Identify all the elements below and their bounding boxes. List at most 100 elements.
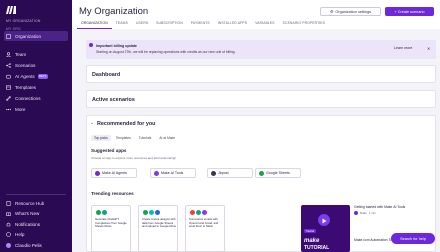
banner-title: Important billing update <box>96 44 137 48</box>
avatar <box>6 242 11 248</box>
learn-more-link[interactable]: Learn more <box>394 46 412 50</box>
resource-app-icons <box>190 210 207 215</box>
sidebar-item-connections[interactable]: Connections <box>4 93 68 103</box>
sidebar-item-label: Resource Hub <box>15 200 45 206</box>
share-icon <box>6 62 11 68</box>
tab-tutorials[interactable]: Tutorials <box>136 135 155 141</box>
sidebar-item-label: Team <box>15 51 27 57</box>
google-sheets-icon <box>143 210 148 215</box>
page-header: My Organization ⚙ Organization settings … <box>72 0 440 29</box>
sidebar-item-user[interactable]: Claudio Pelis <box>4 240 68 250</box>
tab-teams[interactable]: TEAMS <box>112 21 132 29</box>
beta-badge: BETA <box>37 73 48 79</box>
sidebar-item-help[interactable]: Help <box>4 229 68 239</box>
video-duration: 1 min <box>368 211 376 216</box>
sidebar-item-label: What's New <box>15 210 40 216</box>
templates-icon <box>6 84 11 90</box>
tab-users[interactable]: USERS <box>132 21 152 29</box>
video-thumbnail[interactable]: Tutorial make TUTORIAL <box>301 205 350 252</box>
tutorial-text: TUTORIAL <box>304 245 330 251</box>
make-ai-tools-icon <box>153 170 159 176</box>
tab-templates[interactable]: Templates <box>113 135 134 141</box>
app-chip-label: Make AI Agents <box>102 171 127 175</box>
sidebar-item-notifications[interactable]: Notifications <box>4 219 68 229</box>
video-title: Getting started with Make AI Tools <box>354 205 406 209</box>
info-icon <box>89 43 93 47</box>
tab-payments[interactable]: PAYMENTS <box>187 21 214 29</box>
user-name: Claudio Pelis <box>15 242 42 248</box>
sidebar-item-resource-hub[interactable]: Resource Hub <box>4 198 68 208</box>
suggested-apps-subtitle: Choose an app to explore more resources … <box>91 156 177 160</box>
resource-title: Create Canva designs with data from Goog… <box>142 217 177 229</box>
gmail-icon <box>190 210 195 215</box>
canva-icon <box>149 210 154 215</box>
app-chip-label: Google Sheets <box>266 171 290 175</box>
book-icon <box>6 200 11 206</box>
bell-icon <box>6 222 11 227</box>
app-chip-make-ai-agents[interactable]: Make AI Agents <box>91 168 137 178</box>
slack-icon <box>202 210 207 215</box>
tab-variables[interactable]: VARIABLES <box>251 21 279 29</box>
openai-icon <box>102 210 107 215</box>
tab-subscription[interactable]: SUBSCRIPTION <box>152 21 187 29</box>
resource-card[interactable]: Summarize emails with OpenAI and Gmail, … <box>185 205 225 252</box>
video-info[interactable]: Getting started with Make AI Tools Make … <box>354 205 424 216</box>
sidebar-item-team[interactable]: Team <box>4 49 68 59</box>
app-chip-google-sheets[interactable]: Google Sheets <box>255 168 301 178</box>
banner-text: Starting on August 27th, we will be repl… <box>96 50 236 54</box>
resource-app-icons <box>96 210 107 215</box>
tab-installed-apps[interactable]: INSTALLED APPS <box>214 21 251 29</box>
sidebar-item-label: Scenarios <box>15 62 36 68</box>
page-title: My Organization <box>79 6 149 17</box>
sidebar-item-organization[interactable]: Organization <box>4 31 68 41</box>
active-scenarios-title: Active scenarios <box>92 97 135 103</box>
make-logo-icon <box>354 211 358 216</box>
search-help-button[interactable]: Search for help <box>391 233 435 244</box>
main-content: My Organization ⚙ Organization settings … <box>72 0 440 252</box>
sidebar-item-more[interactable]: More <box>4 104 68 114</box>
jbpost-icon <box>210 170 216 176</box>
google-sheets-icon <box>258 170 264 176</box>
app-chip-make-ai-tools[interactable]: Make AI Tools <box>150 168 196 178</box>
org-switcher[interactable]: MY ORGANIZATION <box>6 19 41 23</box>
sidebar-item-ai-agents[interactable]: AI Agents BETA <box>4 71 68 81</box>
sidebar: MY ORGANIZATION MY ORG Organization Team… <box>0 0 72 252</box>
resource-card[interactable]: Generate ChatGPT Completions from Google… <box>91 205 131 252</box>
close-icon[interactable]: ✕ <box>427 46 430 51</box>
tutorial-badge: Tutorial <box>304 229 316 233</box>
link-icon <box>6 95 11 101</box>
make-brand-text: make <box>304 238 320 244</box>
dashboard-section[interactable]: Dashboard <box>86 65 436 83</box>
active-scenarios-section[interactable]: Active scenarios <box>86 90 436 108</box>
resource-card[interactable]: Create Canva designs with data from Goog… <box>138 205 178 252</box>
make-logo-icon[interactable] <box>6 6 16 14</box>
sidebar-item-label: Templates <box>15 84 36 90</box>
sidebar-divider <box>6 194 66 195</box>
trending-resources-title: Trending resources <box>91 191 134 196</box>
organization-settings-button[interactable]: ⚙ Organization settings <box>320 7 381 16</box>
chevron-down-icon[interactable]: ⌄ <box>90 120 94 126</box>
team-icon <box>6 51 11 57</box>
help-button-label: Search for help <box>400 236 426 241</box>
tab-top-picks[interactable]: Top picks <box>91 135 111 141</box>
video-author: Make 1 min <box>354 211 424 216</box>
sidebar-item-whats-new[interactable]: What's New <box>4 208 68 218</box>
google-drive-icon <box>155 210 160 215</box>
app-chip-jbpost[interactable]: Jbpost <box>207 168 253 178</box>
gear-icon: ⚙ <box>329 10 334 14</box>
create-scenario-button[interactable]: + Create scenario <box>385 7 434 16</box>
tab-ai-at-make[interactable]: AI at Make <box>156 135 178 141</box>
recommended-tabs: Top picks Templates Tutorials AI at Make <box>91 135 178 141</box>
app-chip-label: Make AI Tools <box>161 171 184 175</box>
sidebar-item-templates[interactable]: Templates <box>4 82 68 92</box>
organization-settings-label: Organization settings <box>335 9 372 14</box>
billing-banner: Important billing update Starting on Aug… <box>86 40 436 59</box>
sidebar-item-scenarios[interactable]: Scenarios <box>4 60 68 70</box>
sidebar-item-label: Help <box>15 231 25 237</box>
app-chip-label: Jbpost <box>218 171 229 175</box>
tab-scenario-properties[interactable]: SCENARIO PROPERTIES <box>279 21 329 29</box>
openai-icon <box>196 210 201 215</box>
dashboard-title: Dashboard <box>92 72 121 78</box>
tab-organization[interactable]: ORGANIZATION <box>77 21 112 29</box>
sidebar-item-label: Notifications <box>15 221 41 227</box>
